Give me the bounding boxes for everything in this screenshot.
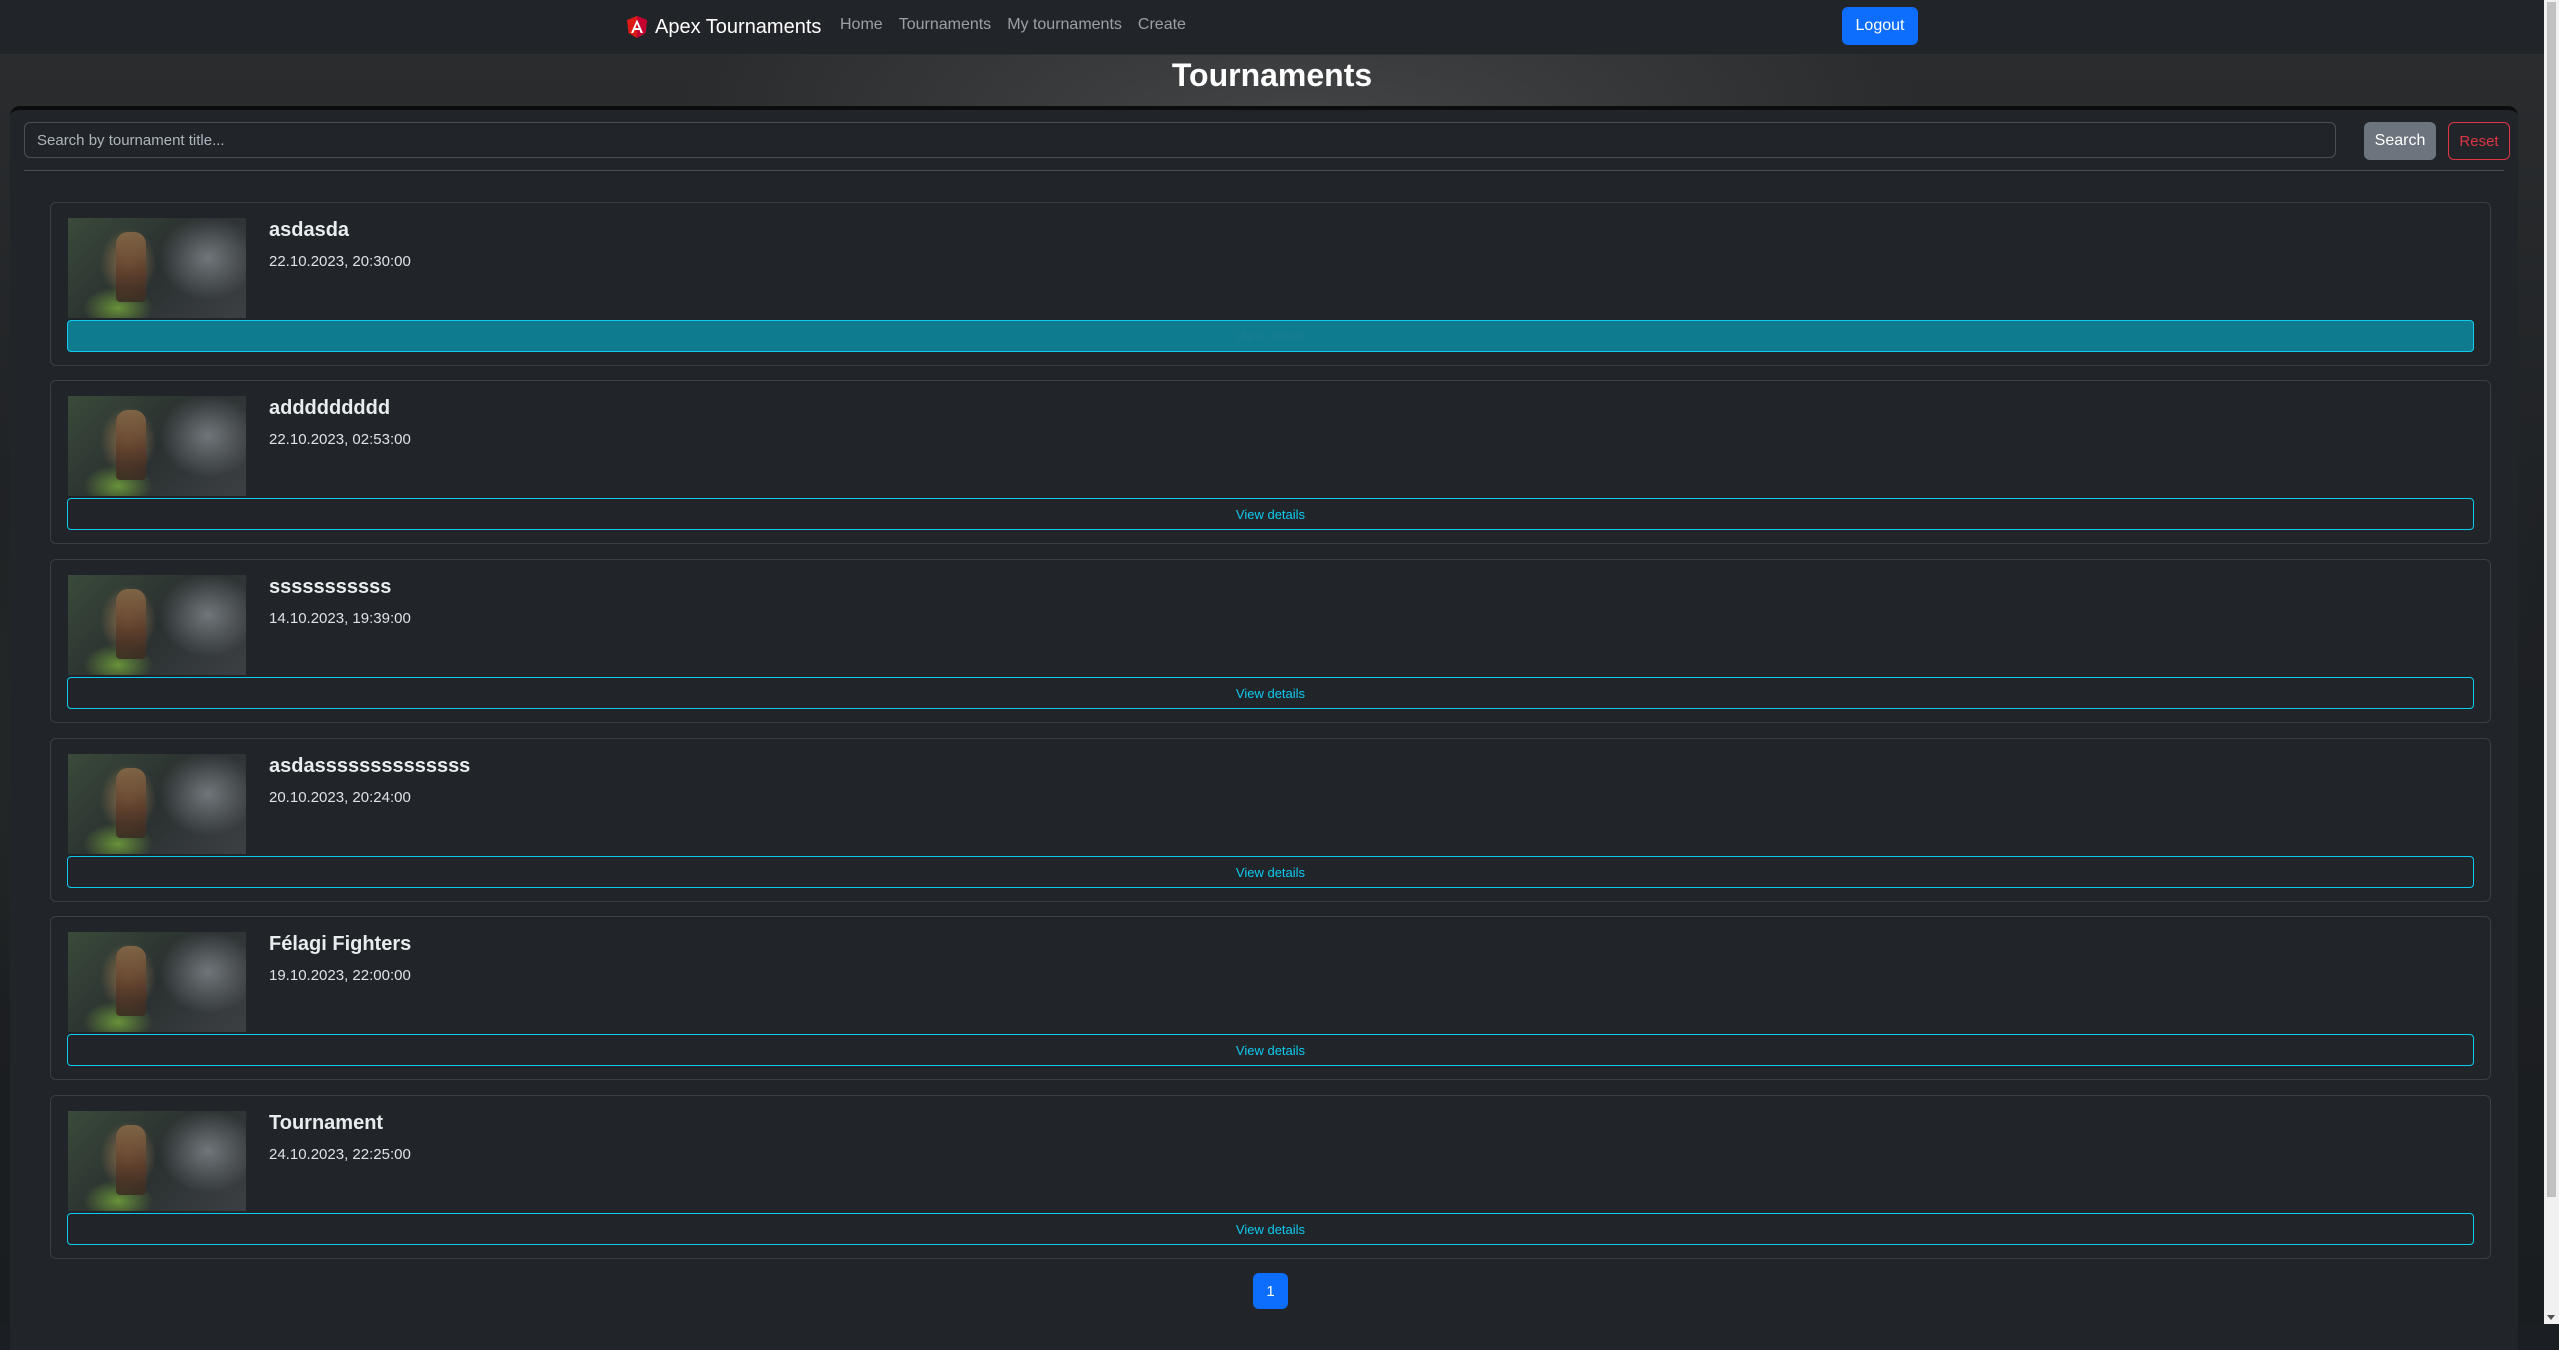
navbar: Apex Tournaments Home Tournaments My tou…: [0, 0, 2544, 55]
search-row: Search Reset: [24, 122, 2510, 162]
tournament-title: addddddddd: [269, 397, 391, 419]
tournament-image: [68, 754, 246, 854]
tournament-date: 22.10.2023, 20:30:00: [269, 253, 411, 270]
view-details-button[interactable]: View details: [67, 1034, 2474, 1066]
nav-link-my-tournaments[interactable]: My tournaments: [1007, 16, 1122, 34]
tournament-title: Tournament: [269, 1112, 384, 1134]
tournament-card: addddddddd 22.10.2023, 02:53:00 View det…: [50, 380, 2491, 544]
divider: [24, 170, 2504, 171]
tournament-date: 24.10.2023, 22:25:00: [269, 1146, 411, 1163]
tournaments-panel: Search Reset asdasda 22.10.2023, 20:30:0…: [10, 106, 2518, 1350]
view-details-button[interactable]: View details: [67, 856, 2474, 888]
tournament-image: [68, 218, 246, 318]
tournament-title: Félagi Fighters: [269, 933, 412, 955]
angular-logo-icon: [627, 16, 647, 38]
view-details-button[interactable]: View details: [67, 498, 2474, 530]
tournament-title: sssssssssss: [269, 576, 392, 598]
search-button[interactable]: Search: [2364, 122, 2436, 160]
tournament-card: sssssssssss 14.10.2023, 19:39:00 View de…: [50, 559, 2491, 723]
reset-button[interactable]: Reset: [2448, 122, 2510, 160]
brand-link[interactable]: Apex Tournaments: [625, 12, 821, 42]
tournament-card: asdasda 22.10.2023, 20:30:00 View detail…: [50, 202, 2491, 366]
nav-link-tournaments[interactable]: Tournaments: [899, 16, 992, 34]
logout-button[interactable]: Logout: [1842, 7, 1918, 45]
nav-links: Home Tournaments My tournaments Create: [840, 16, 1186, 34]
nav-link-home[interactable]: Home: [840, 16, 883, 34]
search-input[interactable]: [24, 122, 2336, 158]
tournament-title: asdassssssssssssss: [269, 755, 471, 777]
tournament-card: Tournament 24.10.2023, 22:25:00 View det…: [50, 1095, 2491, 1259]
scroll-down-arrow-icon[interactable]: [2547, 1315, 2555, 1320]
tournament-date: 19.10.2023, 22:00:00: [269, 967, 411, 984]
view-details-button[interactable]: View details: [67, 320, 2474, 352]
scrollbar-thumb[interactable]: [2547, 2, 2556, 1197]
tournament-card: Félagi Fighters 19.10.2023, 22:00:00 Vie…: [50, 916, 2491, 1080]
brand-name: Apex Tournaments: [655, 15, 822, 38]
tournament-card: asdassssssssssssss 20.10.2023, 20:24:00 …: [50, 738, 2491, 902]
scrollbar[interactable]: [2544, 0, 2559, 1324]
nav-link-create[interactable]: Create: [1138, 16, 1186, 34]
view-details-button[interactable]: View details: [67, 1213, 2474, 1245]
view-details-button[interactable]: View details: [67, 677, 2474, 709]
tournament-image: [68, 396, 246, 496]
tournament-title: asdasda: [269, 219, 350, 241]
tournament-date: 14.10.2023, 19:39:00: [269, 610, 411, 627]
pagination-page-1[interactable]: 1: [1253, 1273, 1288, 1309]
page-title: Tournaments: [1171, 57, 1373, 93]
tournament-image: [68, 575, 246, 675]
tournament-date: 22.10.2023, 02:53:00: [269, 431, 411, 448]
tournament-image: [68, 932, 246, 1032]
tournament-date: 20.10.2023, 20:24:00: [269, 789, 411, 806]
tournament-image: [68, 1111, 246, 1211]
